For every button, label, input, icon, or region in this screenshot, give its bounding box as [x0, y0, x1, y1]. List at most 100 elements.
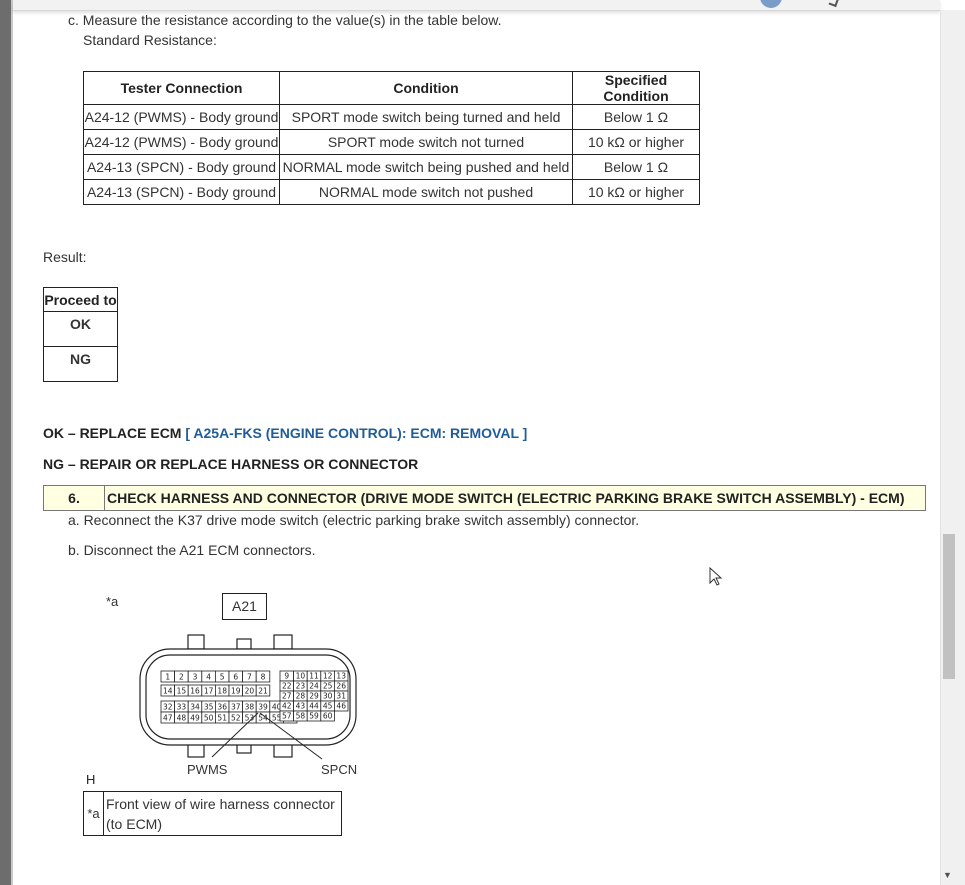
legend-text: Front view of wire harness connector (to…	[106, 796, 335, 832]
pin-number: 19	[231, 687, 241, 696]
table-cell: A24-13 (SPCN) - Body ground	[83, 179, 280, 205]
pin-number: 8	[261, 673, 266, 682]
pin-number: 47	[163, 714, 173, 723]
table-cell: SPORT mode switch being turned and held	[279, 104, 573, 130]
diagram-legend: *a Front view of wire harness connector …	[83, 791, 342, 836]
result-ok-cell: OK	[43, 311, 118, 347]
table-cell: 10 kΩ or higher	[572, 179, 700, 205]
pin-number: 18	[217, 687, 227, 696]
vertical-scrollbar[interactable]: ▼	[940, 10, 965, 885]
pin-number: 32	[163, 703, 173, 712]
table-cell: A24-12 (PWMS) - Body ground	[83, 104, 280, 130]
pin-number: 30	[323, 692, 333, 701]
pin-number: 25	[323, 682, 333, 691]
pin-number: 4	[206, 673, 211, 682]
pin-number: 59	[309, 712, 319, 721]
ok-action-line: OK – REPLACE ECM [ A25A-FKS (ENGINE CONT…	[43, 425, 527, 441]
pin-number: 42	[282, 702, 292, 711]
scrollbar-thumb[interactable]	[943, 534, 955, 679]
connector-diagram: *a A21 1 2 3 4 5 6 7 8 14 15 16 17 18 19 20 21 32 33 34 35 3…	[80, 585, 380, 795]
latch-tab	[273, 634, 293, 650]
toolbar-check-icon[interactable]	[828, 0, 840, 8]
pin-number: 22	[282, 682, 292, 691]
result-ng-cell: NG	[43, 346, 118, 382]
table-cell: NORMAL mode switch being pushed and held	[279, 154, 573, 180]
step-b-text: b. Disconnect the A21 ECM connectors.	[68, 542, 316, 558]
diagram-marker: H	[86, 772, 96, 787]
pin-number: 26	[336, 682, 346, 691]
legend-key: *a	[84, 792, 104, 835]
table-header-row: Proceed to	[43, 287, 118, 312]
pin-number: 31	[336, 692, 346, 701]
table-cell: A24-13 (SPCN) - Body ground	[83, 154, 280, 180]
pin-number: 12	[323, 672, 333, 681]
pin-number: 17	[204, 687, 214, 696]
pin-number: 21	[258, 687, 268, 696]
column-header: Specified Condition	[572, 71, 700, 105]
column-header: Tester Connection	[83, 71, 280, 105]
table-row: A24-13 (SPCN) - Body ground NORMAL mode …	[83, 154, 700, 180]
pin-label-pwms: PWMS	[187, 762, 228, 777]
step-title: CHECK HARNESS AND CONNECTOR (DRIVE MODE …	[107, 490, 905, 506]
ok-action-text: OK – REPLACE ECM	[43, 425, 186, 441]
pin-number: 1	[165, 673, 170, 682]
pin-number: 36	[217, 703, 227, 712]
ecm-removal-link[interactable]: [ A25A-FKS (ENGINE CONTROL): ECM: REMOVA…	[185, 425, 527, 441]
pin-number: 39	[258, 703, 268, 712]
table-row: OK	[43, 311, 118, 347]
table-row: A24-13 (SPCN) - Body ground NORMAL mode …	[83, 179, 700, 205]
pin-number: 23	[296, 682, 306, 691]
column-header: Proceed to	[43, 287, 118, 312]
table-row: A24-12 (PWMS) - Body ground SPORT mode s…	[83, 104, 700, 130]
latch-tab	[187, 634, 205, 650]
pin-label-spcn: SPCN	[321, 762, 358, 777]
pin-number: 13	[336, 672, 346, 681]
pin-number: 34	[190, 703, 200, 712]
pin-number: 57	[282, 712, 292, 721]
table-cell: Below 1 Ω	[572, 154, 700, 180]
pin-number: 6	[233, 673, 238, 682]
pin-number: 43	[296, 702, 306, 711]
result-label: Result:	[43, 249, 87, 265]
pin-number: 45	[323, 702, 333, 711]
pin-number: 15	[177, 687, 187, 696]
pin-number: 5	[220, 673, 225, 682]
standard-resistance-label: Standard Resistance:	[83, 32, 217, 48]
pin-number: 3	[193, 673, 198, 682]
table-cell: NORMAL mode switch not pushed	[279, 179, 573, 205]
pin-number: 52	[231, 714, 241, 723]
pin-number: 58	[296, 712, 306, 721]
pin-number: 9	[284, 672, 289, 681]
pin-number: 28	[296, 692, 306, 701]
pin-number: 24	[309, 682, 319, 691]
pin-number: 14	[163, 687, 173, 696]
pin-number: 11	[309, 672, 319, 681]
resistance-table: Tester Connection Condition Specified Co…	[83, 71, 700, 205]
table-row: A24-12 (PWMS) - Body ground SPORT mode s…	[83, 129, 700, 155]
pin-number: 60	[323, 712, 333, 721]
pin-number: 33	[177, 703, 187, 712]
ng-action-line: NG – REPAIR OR REPLACE HARNESS OR CONNEC…	[43, 456, 419, 472]
toolbar-button-icon[interactable]	[760, 0, 782, 8]
cursor-arrow-icon	[709, 567, 723, 586]
column-header: Condition	[279, 71, 573, 105]
window-left-edge	[0, 0, 13, 885]
step-6-header: 6. CHECK HARNESS AND CONNECTOR (DRIVE MO…	[43, 485, 926, 511]
top-toolbar-edge	[13, 0, 940, 11]
pin-number: 10	[296, 672, 306, 681]
step-a-text: a. Reconnect the K37 drive mode switch (…	[68, 512, 640, 528]
table-cell: A24-12 (PWMS) - Body ground	[83, 129, 280, 155]
pin-number: 20	[245, 687, 255, 696]
pin-number: 44	[309, 702, 319, 711]
scroll-down-arrow-icon[interactable]: ▼	[943, 870, 952, 880]
table-row: NG	[43, 346, 118, 382]
table-cell: 10 kΩ or higher	[572, 129, 700, 155]
pin-number: 27	[282, 692, 292, 701]
pin-number: 16	[190, 687, 200, 696]
pin-number: 35	[204, 703, 214, 712]
pin-number: 46	[336, 702, 346, 711]
pin-number: 2	[179, 673, 184, 682]
pin-number: 48	[177, 714, 187, 723]
pin-number: 37	[231, 703, 241, 712]
pin-number: 49	[190, 714, 200, 723]
